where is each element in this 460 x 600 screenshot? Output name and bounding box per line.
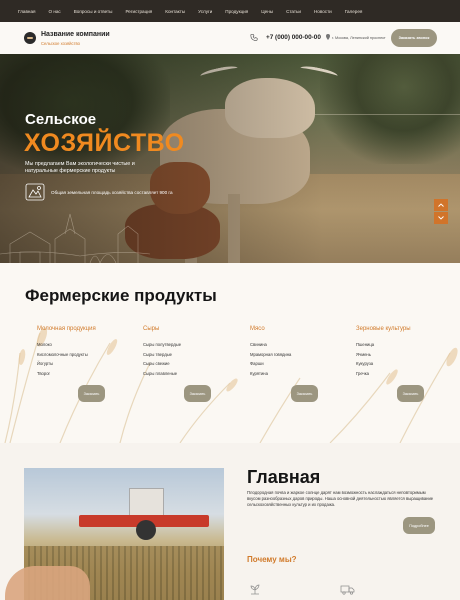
category-list: Пшеница Ячмень Кукуруза Гречка <box>356 340 446 378</box>
logo-icon[interactable] <box>24 32 36 44</box>
order-call-button[interactable]: Заказать звонок <box>391 29 437 47</box>
category-title[interactable]: Мясо <box>250 326 340 333</box>
order-button-cheese[interactable]: Заказать <box>184 385 211 402</box>
order-button-dairy[interactable]: Заказать <box>78 385 105 402</box>
nav-item-products[interactable]: Продукция <box>225 9 248 14</box>
section-text: Плодородная почва и жаркое солнце дарят … <box>247 490 434 507</box>
hero-description: Мы предлагаем Вам экологически чистые и … <box>25 161 135 174</box>
nav-item-contacts[interactable]: Контакты <box>165 9 185 14</box>
chevron-down-icon <box>438 216 444 220</box>
category-title[interactable]: Молочная продукция <box>37 326 127 333</box>
phone-number[interactable]: +7 (000) 000-00-00 <box>266 34 321 41</box>
nav-item-news[interactable]: Новости <box>314 9 332 14</box>
nav-item-gallery[interactable]: Галерея <box>345 9 363 14</box>
address: г. Москва, Ленинский проспект <box>332 36 386 40</box>
category-item[interactable]: Кисломолочные продукты <box>37 350 127 360</box>
category-item[interactable]: Кукуруза <box>356 359 446 369</box>
category-item[interactable]: Сыры свежие <box>143 359 233 369</box>
category-item[interactable]: Курятина <box>250 369 340 379</box>
section-title: Главная <box>247 467 321 487</box>
sprout-icon <box>250 584 260 595</box>
slider-prev-button[interactable] <box>434 199 448 211</box>
category-item[interactable]: Йогурты <box>37 359 127 369</box>
chevron-up-icon <box>438 203 444 207</box>
category-item[interactable]: Гречка <box>356 369 446 379</box>
field-area-icon <box>25 183 45 201</box>
category-cheese: Сыры Сыры полутвердые Сыры твердые Сыры … <box>143 326 233 378</box>
why-us-title: Почему мы? <box>247 555 297 564</box>
nav-item-prices[interactable]: Цены <box>261 9 273 14</box>
category-item[interactable]: Мраморная говядина <box>250 350 340 360</box>
category-title[interactable]: Сыры <box>143 326 233 333</box>
combine-cabin <box>129 488 164 518</box>
hero-banner: Сельское ХОЗЯЙСТВО Мы предлагаем Вам эко… <box>0 54 460 263</box>
truck-icon <box>340 585 355 595</box>
category-meat: Мясо Свинина Мраморная говядина Фарши Ку… <box>250 326 340 378</box>
nav-item-services[interactable]: Услуги <box>198 9 212 14</box>
nav-item-articles[interactable]: Статьи <box>286 9 301 14</box>
category-item[interactable]: Молоко <box>37 340 127 350</box>
section-title: Фермерские продукты <box>25 286 217 305</box>
category-list: Свинина Мраморная говядина Фарши Курятин… <box>250 340 340 378</box>
company-name[interactable]: Название компании <box>41 31 110 38</box>
farm-sketch-decoration <box>0 213 150 263</box>
main-about-section: Главная Плодородная почва и жаркое солнц… <box>0 443 460 600</box>
hero-title-accent: ХОЗЯЙСТВО <box>24 129 185 157</box>
hero-title: Сельское <box>25 111 97 128</box>
top-navigation: Главная О нас Вопросы и ответы Регистрац… <box>0 0 460 22</box>
nav-item-home[interactable]: Главная <box>18 9 35 14</box>
category-item[interactable]: Пшеница <box>356 340 446 350</box>
farm-products-section: Фермерские продукты Молочная продукция М… <box>0 263 460 443</box>
order-button-meat[interactable]: Заказать <box>291 385 318 402</box>
combine-wheel <box>136 520 156 540</box>
category-dairy: Молочная продукция Молоко Кисломолочные … <box>37 326 127 378</box>
slider-next-button[interactable] <box>434 212 448 224</box>
company-tagline: Сельское хозяйство <box>41 41 81 46</box>
category-item[interactable]: Сыры твердые <box>143 350 233 360</box>
order-button-grain[interactable]: Заказать <box>397 385 424 402</box>
category-item[interactable]: Сыры плавленые <box>143 369 233 379</box>
nav-item-registration[interactable]: Регистрация <box>125 9 152 14</box>
category-item[interactable]: Свинина <box>250 340 340 350</box>
category-list: Молоко Кисломолочные продукты Йогурты Тв… <box>37 340 127 378</box>
category-item[interactable]: Сыры полутвердые <box>143 340 233 350</box>
more-button[interactable]: Подробнее <box>403 517 435 534</box>
category-item[interactable]: Творог <box>37 369 127 379</box>
location-icon <box>326 34 330 40</box>
phone-icon <box>250 33 258 42</box>
site-header: Название компании Сельское хозяйство +7 … <box>0 22 460 54</box>
nav-item-faq[interactable]: Вопросы и ответы <box>74 9 113 14</box>
category-title[interactable]: Зерновые культуры <box>356 326 446 333</box>
hand-with-grain-image <box>5 566 90 600</box>
area-info: Общая земельная площадь хозяйства состав… <box>51 190 173 195</box>
nav-item-about[interactable]: О нас <box>48 9 60 14</box>
category-list: Сыры полутвердые Сыры твердые Сыры свежи… <box>143 340 233 378</box>
category-item[interactable]: Ячмень <box>356 350 446 360</box>
category-item[interactable]: Фарши <box>250 359 340 369</box>
category-grain: Зерновые культуры Пшеница Ячмень Кукуруз… <box>356 326 446 378</box>
